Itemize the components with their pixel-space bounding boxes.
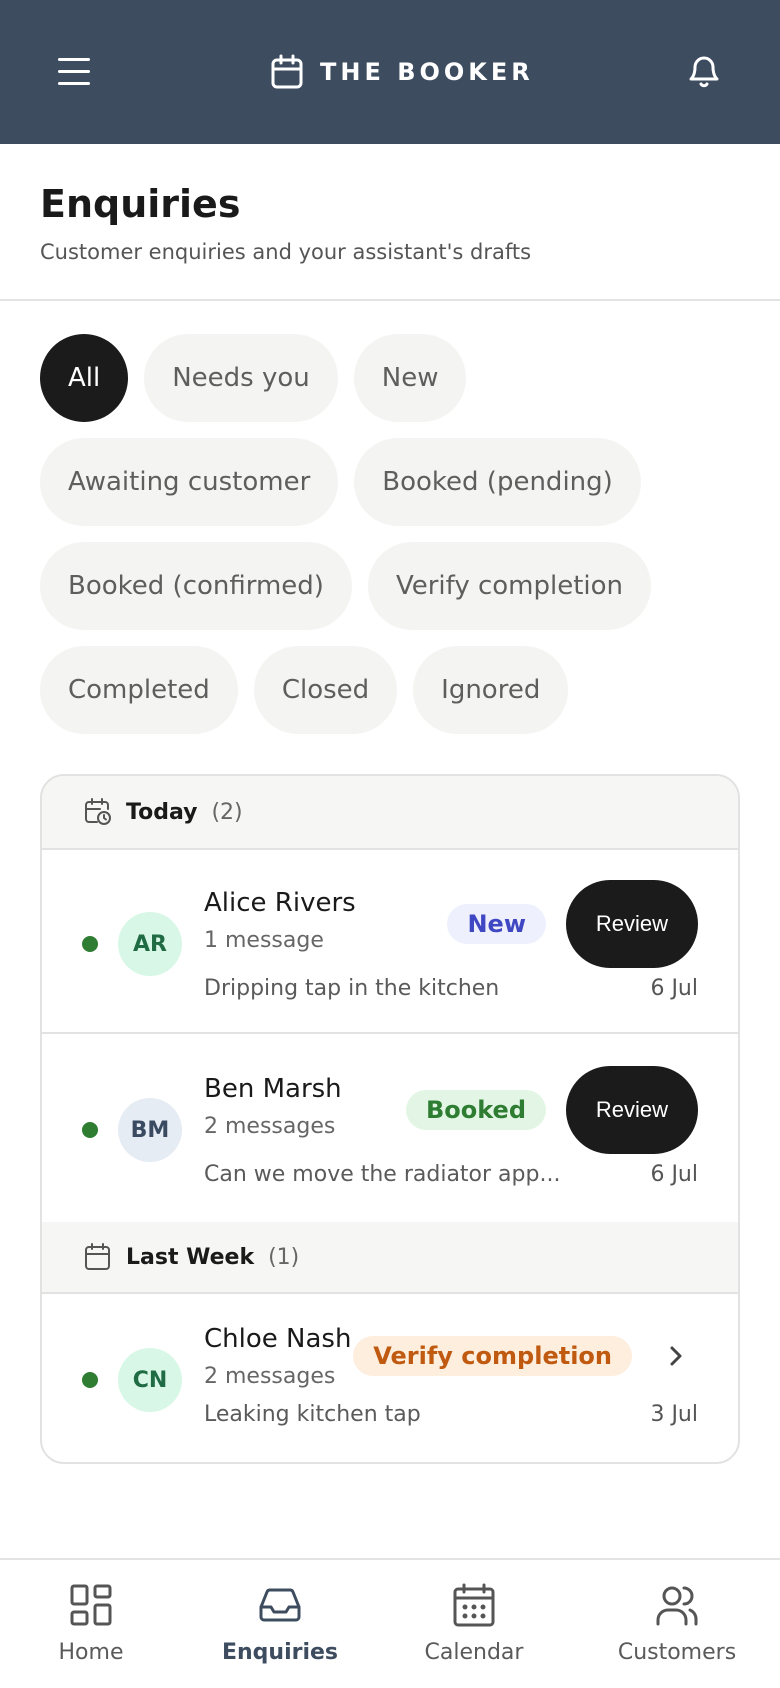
unread-dot — [82, 1372, 98, 1388]
users-icon — [656, 1586, 698, 1626]
status-badge: Verify completion — [353, 1336, 632, 1376]
enquiry-preview: Dripping tap in the kitchen — [204, 976, 500, 1001]
enquiry-row[interactable]: CN Chloe Nash 2 messages Verify completi… — [42, 1294, 738, 1462]
nav-item-home[interactable]: Home — [50, 1560, 132, 1688]
nav-item-enquiries[interactable]: Enquiries — [220, 1560, 340, 1688]
grid-icon — [70, 1584, 112, 1626]
enquiry-row[interactable]: BM Ben Marsh 2 messages Booked Review Ca… — [42, 1036, 738, 1222]
page-subtitle: Customer enquiries and your assistant's … — [40, 240, 532, 264]
nav-item-calendar[interactable]: Calendar — [414, 1560, 534, 1688]
calendar-clock-icon — [85, 798, 111, 825]
nav-label: Calendar — [424, 1640, 524, 1665]
filter-chip-ignored[interactable]: Ignored — [413, 646, 569, 734]
inbox-icon — [259, 1588, 301, 1622]
calendar-icon — [85, 1243, 110, 1270]
filter-chip-awaiting-customer[interactable]: Awaiting customer — [40, 438, 339, 526]
unread-dot — [82, 1122, 98, 1138]
message-count: 2 messages — [204, 1114, 336, 1139]
nav-label: Enquiries — [221, 1640, 339, 1665]
message-count: 2 messages — [204, 1364, 336, 1389]
enquiry-date: 3 Jul — [650, 1402, 698, 1427]
filter-chip-completed[interactable]: Completed — [40, 646, 238, 734]
enquiry-list: Today (2) AR Alice Rivers 1 message New … — [40, 774, 740, 1464]
calendar-icon — [453, 1583, 495, 1627]
filter-chip-new[interactable]: New — [353, 334, 467, 422]
group-title: Last Week — [126, 1244, 255, 1270]
status-badge: New — [447, 904, 546, 944]
calendar-icon — [271, 54, 303, 89]
filter-chip-needs-you[interactable]: Needs you — [144, 334, 338, 422]
enquiry-date: 6 Jul — [650, 1162, 698, 1187]
avatar: BM — [118, 1098, 182, 1162]
status-badge: Booked — [405, 1090, 546, 1130]
bottom-nav: Home Enquiries Calendar Customers — [0, 1558, 780, 1688]
group-count: (2) — [211, 799, 243, 825]
bell-icon[interactable] — [686, 52, 722, 90]
filter-chip-booked-confirmed[interactable]: Booked (confirmed) — [40, 542, 352, 630]
avatar: AR — [118, 912, 182, 976]
group-title: Today — [126, 799, 198, 825]
filter-chip-verify-completion[interactable]: Verify completion — [367, 542, 652, 630]
customer-name: Chloe Nash — [204, 1324, 352, 1354]
group-header-today: Today (2) — [42, 776, 738, 850]
enquiry-preview: Can we move the radiator app... — [204, 1162, 561, 1187]
avatar: CN — [118, 1348, 182, 1412]
review-button[interactable]: Review — [566, 1066, 698, 1154]
filter-chip-all[interactable]: All — [40, 334, 129, 422]
page-title: Enquiries — [40, 182, 241, 226]
review-button[interactable]: Review — [566, 880, 698, 968]
brand[interactable]: THE BOOKER — [270, 54, 534, 90]
customer-name: Ben Marsh — [204, 1074, 342, 1104]
enquiry-preview: Leaking kitchen tap — [204, 1402, 421, 1427]
nav-label: Home — [58, 1640, 124, 1665]
unread-dot — [82, 936, 98, 952]
page-heading: Enquiries Customer enquiries and your as… — [0, 144, 780, 301]
filter-chip-booked-pending[interactable]: Booked (pending) — [354, 438, 641, 526]
nav-label: Customers — [617, 1640, 737, 1665]
nav-item-customers[interactable]: Customers — [612, 1560, 742, 1688]
enquiry-date: 6 Jul — [650, 976, 698, 1001]
group-header-last-week: Last Week (1) — [42, 1222, 738, 1294]
chevron-right-icon[interactable] — [666, 1342, 686, 1370]
group-count: (1) — [268, 1244, 300, 1270]
filter-chips: All Needs you New Awaiting customer Book… — [40, 334, 740, 734]
enquiry-row[interactable]: AR Alice Rivers 1 message New Review Dri… — [42, 850, 738, 1034]
hamburger-menu-icon[interactable] — [56, 54, 96, 90]
brand-name: THE BOOKER — [320, 58, 534, 86]
filter-chip-closed[interactable]: Closed — [253, 646, 398, 734]
customer-name: Alice Rivers — [204, 888, 356, 918]
app-header: THE BOOKER — [0, 0, 780, 144]
message-count: 1 message — [204, 928, 324, 953]
